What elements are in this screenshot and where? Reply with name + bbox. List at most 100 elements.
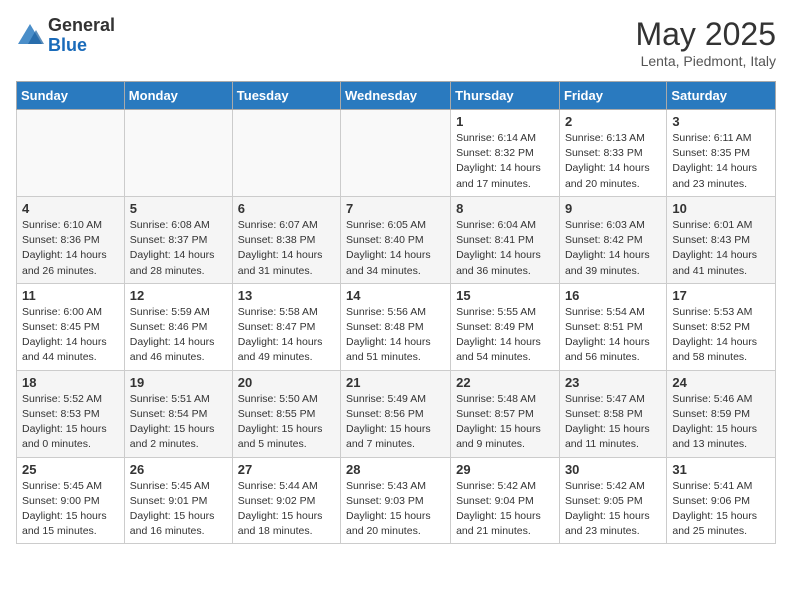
calendar-week-5: 25 Sunrise: 5:45 AMSunset: 9:00 PMDayligh… (17, 457, 776, 544)
day-info: Sunrise: 5:43 AMSunset: 9:03 PMDaylight:… (346, 479, 445, 540)
calendar-cell: 30 Sunrise: 5:42 AMSunset: 9:05 PMDayligh… (559, 457, 666, 544)
day-info: Sunrise: 6:05 AMSunset: 8:40 PMDaylight:… (346, 218, 445, 279)
day-info: Sunrise: 6:13 AMSunset: 8:33 PMDaylight:… (565, 131, 661, 192)
day-info: Sunrise: 5:48 AMSunset: 8:57 PMDaylight:… (456, 392, 554, 453)
calendar-cell: 19 Sunrise: 5:51 AMSunset: 8:54 PMDayligh… (124, 370, 232, 457)
calendar-cell (232, 110, 340, 197)
calendar-cell: 5Sunrise: 6:08 AMSunset: 8:37 PMDaylight… (124, 196, 232, 283)
calendar-cell: 17 Sunrise: 5:53 AMSunset: 8:52 PMDayligh… (667, 283, 776, 370)
calendar-cell: 31Sunrise: 5:41 AMSunset: 9:06 PMDayligh… (667, 457, 776, 544)
day-number: 30 (565, 462, 661, 477)
day-number: 2 (565, 114, 661, 129)
logo-general-text: General (48, 15, 115, 35)
day-number: 28 (346, 462, 445, 477)
day-number: 16 (565, 288, 661, 303)
day-number: 3 (672, 114, 770, 129)
weekday-header-thursday: Thursday (451, 82, 560, 110)
month-title: May 2025 (635, 16, 776, 53)
day-number: 14 (346, 288, 445, 303)
day-number: 8 (456, 201, 554, 216)
calendar-cell: 7 Sunrise: 6:05 AMSunset: 8:40 PMDaylight… (341, 196, 451, 283)
weekday-header-wednesday: Wednesday (341, 82, 451, 110)
calendar-table: SundayMondayTuesdayWednesdayThursdayFrid… (16, 81, 776, 544)
location-subtitle: Lenta, Piedmont, Italy (635, 53, 776, 69)
calendar-cell: 18 Sunrise: 5:52 AMSunset: 8:53 PMDayligh… (17, 370, 125, 457)
weekday-header-friday: Friday (559, 82, 666, 110)
day-info: Sunrise: 5:47 AMSunset: 8:58 PMDaylight:… (565, 392, 661, 453)
calendar-cell: 3 Sunrise: 6:11 AMSunset: 8:35 PMDaylight… (667, 110, 776, 197)
day-number: 18 (22, 375, 119, 390)
day-info: Sunrise: 5:55 AMSunset: 8:49 PMDaylight:… (456, 305, 554, 366)
page-header: General Blue May 2025 Lenta, Piedmont, I… (16, 16, 776, 69)
calendar-cell: 1Sunrise: 6:14 AMSunset: 8:32 PMDaylight… (451, 110, 560, 197)
day-info: Sunrise: 6:11 AMSunset: 8:35 PMDaylight:… (672, 131, 770, 192)
calendar-cell: 2 Sunrise: 6:13 AMSunset: 8:33 PMDaylight… (559, 110, 666, 197)
day-number: 25 (22, 462, 119, 477)
day-info: Sunrise: 6:10 AMSunset: 8:36 PMDaylight:… (22, 218, 119, 279)
day-info: Sunrise: 5:42 AMSunset: 9:04 PMDaylight:… (456, 479, 554, 540)
logo: General Blue (16, 16, 115, 56)
day-number: 5 (130, 201, 227, 216)
calendar-cell: 28 Sunrise: 5:43 AMSunset: 9:03 PMDayligh… (341, 457, 451, 544)
calendar-cell: 27 Sunrise: 5:44 AMSunset: 9:02 PMDayligh… (232, 457, 340, 544)
calendar-cell (341, 110, 451, 197)
weekday-header-row: SundayMondayTuesdayWednesdayThursdayFrid… (17, 82, 776, 110)
calendar-cell (17, 110, 125, 197)
day-number: 22 (456, 375, 554, 390)
day-info: Sunrise: 5:52 AMSunset: 8:53 PMDaylight:… (22, 392, 119, 453)
day-number: 27 (238, 462, 335, 477)
day-number: 17 (672, 288, 770, 303)
day-info: Sunrise: 5:45 AMSunset: 9:01 PMDaylight:… (130, 479, 227, 540)
calendar-cell: 29 Sunrise: 5:42 AMSunset: 9:04 PMDayligh… (451, 457, 560, 544)
day-info: Sunrise: 5:51 AMSunset: 8:54 PMDaylight:… (130, 392, 227, 453)
calendar-week-3: 11Sunrise: 6:00 AMSunset: 8:45 PMDayligh… (17, 283, 776, 370)
day-info: Sunrise: 5:56 AMSunset: 8:48 PMDaylight:… (346, 305, 445, 366)
day-info: Sunrise: 5:46 AMSunset: 8:59 PMDaylight:… (672, 392, 770, 453)
day-number: 7 (346, 201, 445, 216)
calendar-week-1: 1Sunrise: 6:14 AMSunset: 8:32 PMDaylight… (17, 110, 776, 197)
calendar-cell: 14 Sunrise: 5:56 AMSunset: 8:48 PMDayligh… (341, 283, 451, 370)
day-info: Sunrise: 6:01 AMSunset: 8:43 PMDaylight:… (672, 218, 770, 279)
calendar-cell: 10 Sunrise: 6:01 AMSunset: 8:43 PMDayligh… (667, 196, 776, 283)
weekday-header-saturday: Saturday (667, 82, 776, 110)
day-number: 10 (672, 201, 770, 216)
calendar-cell (124, 110, 232, 197)
day-info: Sunrise: 5:49 AMSunset: 8:56 PMDaylight:… (346, 392, 445, 453)
day-info: Sunrise: 5:42 AMSunset: 9:05 PMDaylight:… (565, 479, 661, 540)
calendar-cell: 24 Sunrise: 5:46 AMSunset: 8:59 PMDayligh… (667, 370, 776, 457)
day-number: 23 (565, 375, 661, 390)
day-info: Sunrise: 6:00 AMSunset: 8:45 PMDaylight:… (22, 305, 119, 366)
calendar-cell: 21 Sunrise: 5:49 AMSunset: 8:56 PMDayligh… (341, 370, 451, 457)
day-info: Sunrise: 5:44 AMSunset: 9:02 PMDaylight:… (238, 479, 335, 540)
day-number: 4 (22, 201, 119, 216)
calendar-cell: 22 Sunrise: 5:48 AMSunset: 8:57 PMDayligh… (451, 370, 560, 457)
day-number: 29 (456, 462, 554, 477)
day-info: Sunrise: 6:04 AMSunset: 8:41 PMDaylight:… (456, 218, 554, 279)
title-block: May 2025 Lenta, Piedmont, Italy (635, 16, 776, 69)
day-number: 20 (238, 375, 335, 390)
day-number: 13 (238, 288, 335, 303)
day-number: 1 (456, 114, 554, 129)
calendar-cell: 13 Sunrise: 5:58 AMSunset: 8:47 PMDayligh… (232, 283, 340, 370)
logo-icon (16, 22, 44, 50)
calendar-cell: 6Sunrise: 6:07 AMSunset: 8:38 PMDaylight… (232, 196, 340, 283)
day-info: Sunrise: 5:59 AMSunset: 8:46 PMDaylight:… (130, 305, 227, 366)
day-info: Sunrise: 5:58 AMSunset: 8:47 PMDaylight:… (238, 305, 335, 366)
calendar-cell: 9Sunrise: 6:03 AMSunset: 8:42 PMDaylight… (559, 196, 666, 283)
day-info: Sunrise: 5:53 AMSunset: 8:52 PMDaylight:… (672, 305, 770, 366)
day-number: 19 (130, 375, 227, 390)
day-info: Sunrise: 5:54 AMSunset: 8:51 PMDaylight:… (565, 305, 661, 366)
calendar-cell: 8 Sunrise: 6:04 AMSunset: 8:41 PMDaylight… (451, 196, 560, 283)
day-number: 26 (130, 462, 227, 477)
day-number: 21 (346, 375, 445, 390)
day-number: 6 (238, 201, 335, 216)
calendar-week-4: 18 Sunrise: 5:52 AMSunset: 8:53 PMDayligh… (17, 370, 776, 457)
day-number: 24 (672, 375, 770, 390)
weekday-header-monday: Monday (124, 82, 232, 110)
day-number: 31 (672, 462, 770, 477)
calendar-cell: 20Sunrise: 5:50 AMSunset: 8:55 PMDayligh… (232, 370, 340, 457)
weekday-header-sunday: Sunday (17, 82, 125, 110)
calendar-week-2: 4 Sunrise: 6:10 AMSunset: 8:36 PMDaylight… (17, 196, 776, 283)
day-info: Sunrise: 5:45 AMSunset: 9:00 PMDaylight:… (22, 479, 119, 540)
calendar-cell: 25 Sunrise: 5:45 AMSunset: 9:00 PMDayligh… (17, 457, 125, 544)
